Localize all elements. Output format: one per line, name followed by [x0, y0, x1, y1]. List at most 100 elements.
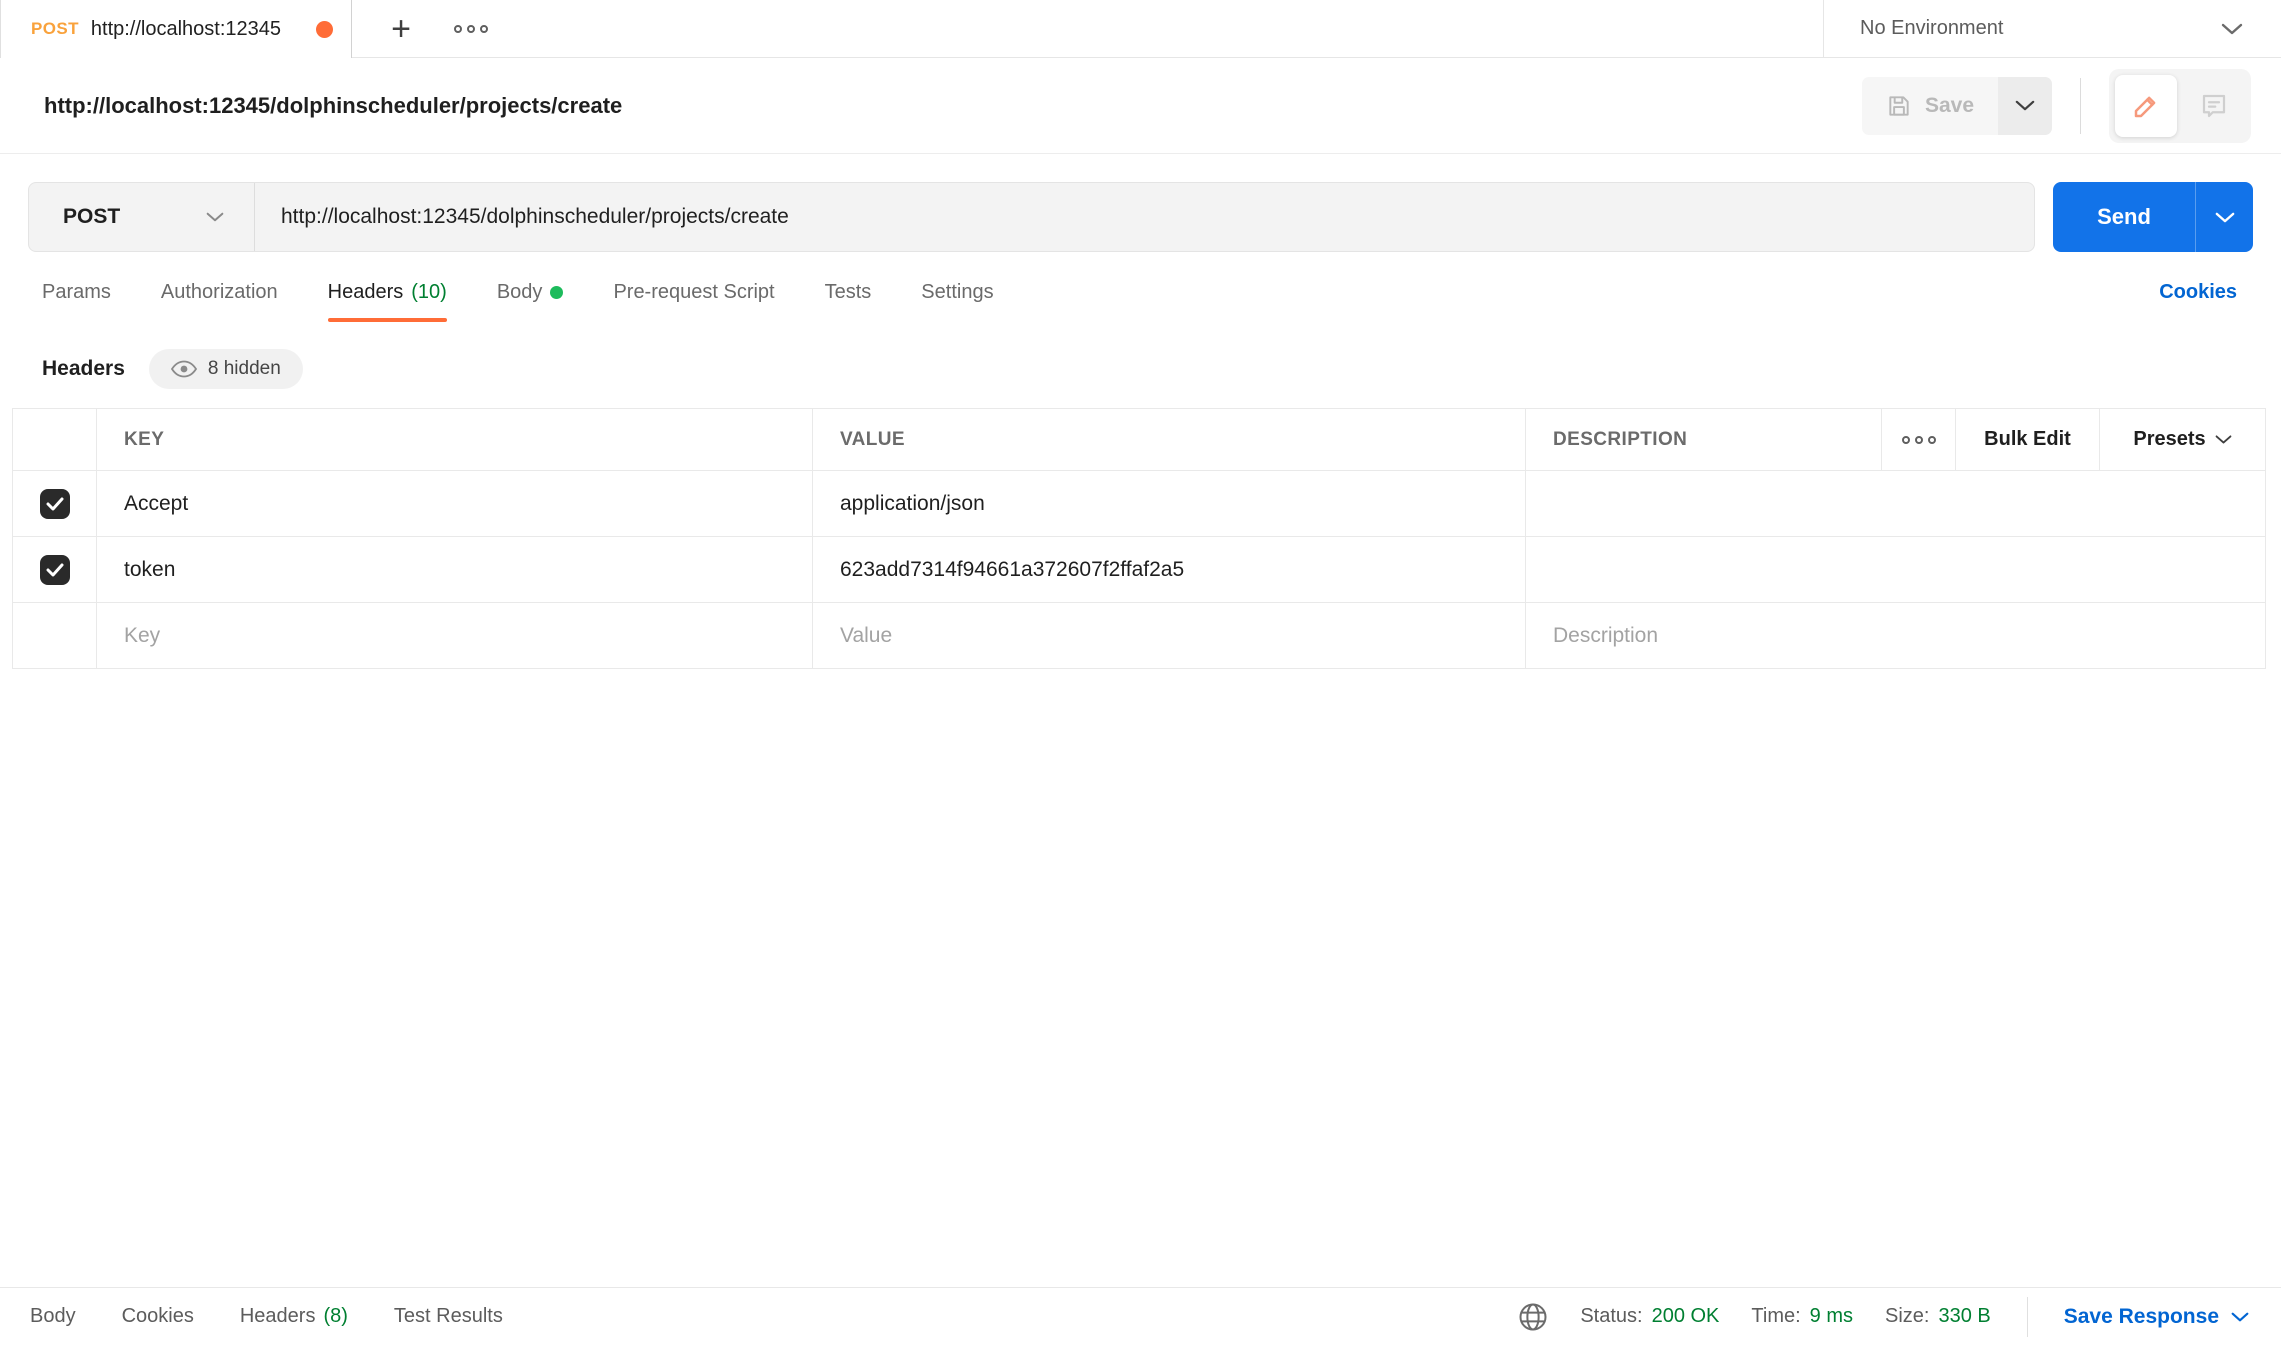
- column-options-button[interactable]: [1882, 409, 1956, 471]
- table-header-row: KEY VALUE DESCRIPTION Bulk Edit Presets: [13, 409, 2266, 471]
- request-bar: POST Send: [28, 182, 2253, 252]
- request-title: http://localhost:12345/dolphinscheduler/…: [44, 93, 1862, 119]
- size-value: 330 B: [1938, 1305, 1990, 1328]
- chevron-down-icon: [2215, 211, 2235, 224]
- headers-section-header: Headers 8 hidden: [0, 338, 2281, 400]
- method-selector[interactable]: POST: [29, 183, 255, 251]
- tab-pre-request-script[interactable]: Pre-request Script: [613, 273, 774, 312]
- header-key-placeholder[interactable]: Key: [97, 603, 813, 669]
- tab-params[interactable]: Params: [42, 273, 111, 312]
- environment-selector[interactable]: No Environment: [1823, 0, 2281, 57]
- save-response-button[interactable]: Save Response: [2064, 1305, 2249, 1329]
- tab-bar: POST http://localhost:12345 + No Environ…: [0, 0, 2281, 58]
- row-checkbox-checked[interactable]: [40, 489, 70, 519]
- method-url-field: POST: [28, 182, 2035, 252]
- save-options-button[interactable]: [1998, 77, 2052, 135]
- tab-options-icon[interactable]: [454, 25, 488, 33]
- request-tabs: Params Authorization Headers (10) Body P…: [0, 252, 2281, 332]
- hidden-headers-toggle[interactable]: 8 hidden: [149, 349, 303, 389]
- tab-tests[interactable]: Tests: [825, 273, 872, 312]
- globe-icon[interactable]: [1518, 1302, 1548, 1332]
- size-label: Size:: [1885, 1305, 1929, 1328]
- method-selected-label: POST: [63, 205, 120, 229]
- presets-dropdown[interactable]: Presets: [2100, 409, 2266, 471]
- chevron-down-icon: [2215, 434, 2232, 445]
- save-button[interactable]: Save: [1862, 77, 1998, 135]
- response-tab-test-results[interactable]: Test Results: [394, 1305, 503, 1328]
- chevron-down-icon: [2231, 1311, 2249, 1323]
- header-key-field[interactable]: Accept: [97, 471, 813, 537]
- save-button-label: Save: [1925, 94, 1974, 118]
- time-label: Time:: [1751, 1305, 1800, 1328]
- response-tab-body[interactable]: Body: [30, 1305, 76, 1328]
- response-tabs: Body Cookies Headers (8) Test Results: [30, 1305, 503, 1328]
- pencil-icon: [2131, 91, 2161, 121]
- eye-icon: [171, 360, 197, 378]
- table-row: token 623add7314f94661a372607f2ffaf2a5: [13, 537, 2266, 603]
- response-tab-headers[interactable]: Headers (8): [240, 1305, 348, 1328]
- row-checkbox-cell: [13, 603, 97, 669]
- header-value-placeholder[interactable]: Value: [813, 603, 1526, 669]
- chevron-down-icon: [206, 211, 224, 223]
- comments-button[interactable]: [2183, 75, 2245, 137]
- three-dots-icon: [1882, 436, 1955, 444]
- edit-icon-group: [2109, 69, 2251, 143]
- response-status-bar: Body Cookies Headers (8) Test Results St…: [0, 1287, 2281, 1345]
- select-all-cell[interactable]: [13, 409, 97, 471]
- url-input[interactable]: [255, 205, 2034, 229]
- add-tab-button[interactable]: +: [378, 12, 424, 46]
- chevron-down-icon: [2015, 99, 2035, 112]
- tab-settings[interactable]: Settings: [921, 273, 993, 312]
- tab-headers[interactable]: Headers (10): [328, 273, 447, 312]
- row-checkbox-checked[interactable]: [40, 555, 70, 585]
- bulk-edit-button[interactable]: Bulk Edit: [1956, 409, 2100, 471]
- response-meta: Status: 200 OK Time: 9 ms Size: 330 B Sa…: [1518, 1297, 2249, 1337]
- cookies-link[interactable]: Cookies: [2159, 281, 2237, 304]
- header-value-field[interactable]: application/json: [813, 471, 1526, 537]
- chevron-down-icon: [2221, 22, 2243, 36]
- time-value: 9 ms: [1810, 1305, 1853, 1328]
- row-checkbox-cell: [13, 471, 97, 537]
- header-value-field[interactable]: 623add7314f94661a372607f2ffaf2a5: [813, 537, 1526, 603]
- divider: [2080, 78, 2081, 134]
- save-button-group: Save: [1862, 77, 2052, 135]
- send-button[interactable]: Send: [2053, 182, 2195, 252]
- header-key-field[interactable]: token: [97, 537, 813, 603]
- send-button-group: Send: [2053, 182, 2253, 252]
- comment-icon: [2199, 91, 2229, 121]
- status-label: Status:: [1580, 1305, 1642, 1328]
- time-stat: Time: 9 ms: [1751, 1305, 1853, 1328]
- row-checkbox-cell: [13, 537, 97, 603]
- header-description-placeholder[interactable]: Description: [1526, 603, 2266, 669]
- header-description-field[interactable]: [1526, 471, 2266, 537]
- status-value: 200 OK: [1652, 1305, 1720, 1328]
- presets-label: Presets: [2133, 428, 2205, 451]
- tab-title: http://localhost:12345: [91, 18, 304, 41]
- status-stat: Status: 200 OK: [1580, 1305, 1719, 1328]
- size-stat: Size: 330 B: [1885, 1305, 1991, 1328]
- header-description-field[interactable]: [1526, 537, 2266, 603]
- environment-selected-label: No Environment: [1860, 17, 2003, 40]
- tab-bar-rest: + No Environment: [352, 0, 2281, 58]
- headers-table: KEY VALUE DESCRIPTION Bulk Edit Presets …: [12, 408, 2266, 669]
- rename-request-button[interactable]: [2115, 75, 2177, 137]
- divider: [2027, 1297, 2028, 1337]
- check-icon: [46, 563, 64, 577]
- table-row-empty: Key Value Description: [13, 603, 2266, 669]
- column-header-value: VALUE: [813, 409, 1526, 471]
- headers-count: (10): [411, 281, 447, 304]
- column-header-description: DESCRIPTION: [1526, 409, 1882, 471]
- request-tab[interactable]: POST http://localhost:12345: [0, 0, 352, 58]
- save-response-label: Save Response: [2064, 1305, 2219, 1329]
- check-icon: [46, 497, 64, 511]
- request-title-row: http://localhost:12345/dolphinscheduler/…: [0, 58, 2281, 154]
- unsaved-changes-dot-icon: [316, 21, 333, 38]
- hidden-headers-label: 8 hidden: [208, 358, 281, 380]
- tab-body[interactable]: Body: [497, 273, 564, 312]
- tab-authorization[interactable]: Authorization: [161, 273, 278, 312]
- response-headers-count: (8): [323, 1305, 347, 1328]
- body-modified-dot-icon: [550, 286, 563, 299]
- send-options-button[interactable]: [2195, 182, 2253, 252]
- response-tab-cookies[interactable]: Cookies: [122, 1305, 194, 1328]
- table-row: Accept application/json: [13, 471, 2266, 537]
